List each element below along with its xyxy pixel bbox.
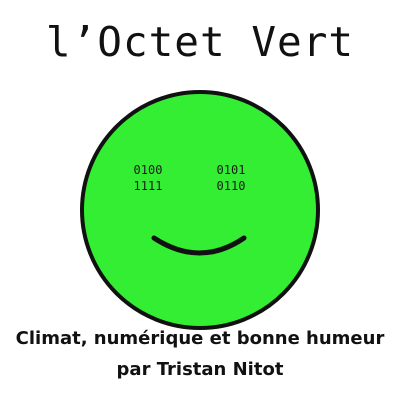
podcast-title: l’Octet Vert (45, 18, 355, 66)
author-text: par Tristan Nitot (116, 359, 284, 380)
left-eye-line1: 0100 (134, 163, 163, 177)
smiley-face-icon: 0100 1111 0101 0110 (80, 90, 320, 330)
face-circle (80, 90, 320, 330)
podcast-cover: l’Octet Vert 0100 1111 0101 0110 Climat,… (0, 0, 400, 400)
tagline-text: Climat, numérique et bonne humeur (15, 328, 385, 349)
right-eye-line1: 0101 (217, 163, 246, 177)
right-eye-line2: 0110 (217, 179, 246, 193)
left-eye-line2: 1111 (134, 179, 163, 193)
